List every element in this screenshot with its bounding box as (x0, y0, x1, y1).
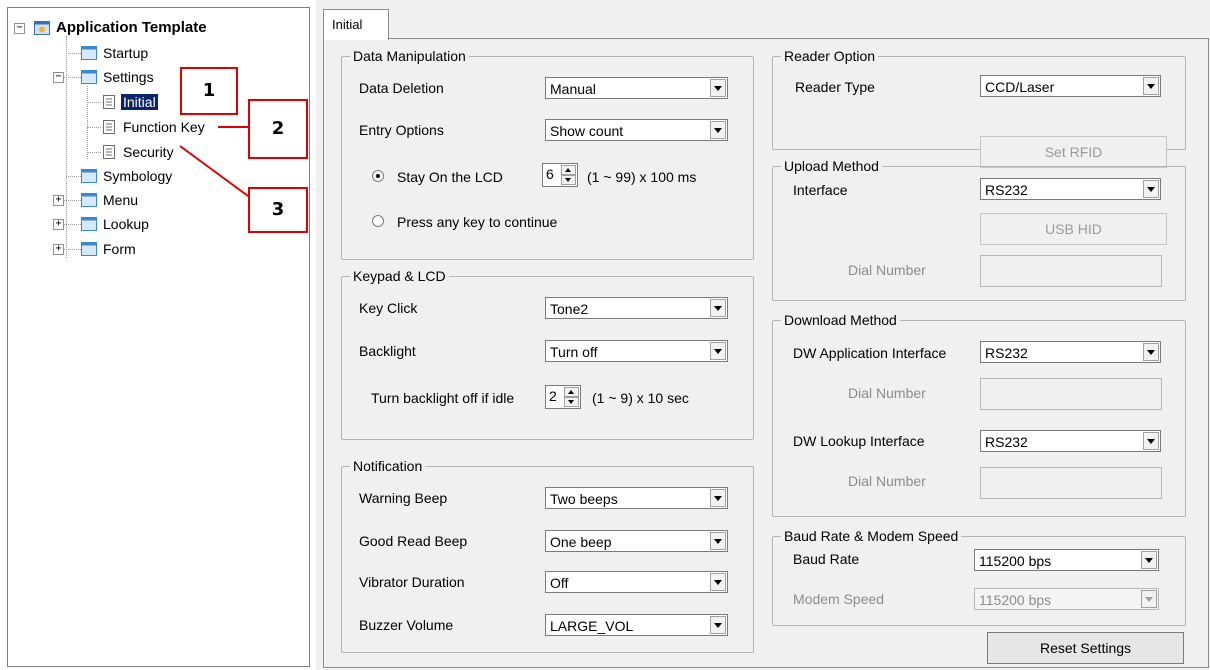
select-value: Off (550, 575, 569, 591)
lookup-dial-number-label: Dial Number (848, 473, 926, 489)
spin-up-icon[interactable] (561, 165, 576, 175)
warning-beep-label: Warning Beep (359, 490, 448, 506)
modem-speed-select[interactable]: 115200 bps (974, 588, 1159, 610)
chevron-down-icon[interactable] (710, 489, 726, 507)
expand-form-toggle[interactable]: + (53, 244, 64, 255)
group-title: Upload Method (781, 158, 882, 174)
group-title: Keypad & LCD (350, 268, 449, 284)
spin-down-icon[interactable] (561, 175, 576, 185)
baud-rate-select[interactable]: 115200 bps (974, 549, 1159, 571)
tab-initial[interactable]: Initial (323, 9, 389, 40)
spinner-value: 2 (549, 388, 557, 404)
warning-beep-select[interactable]: Two beeps (545, 487, 728, 509)
dw-lookup-interface-label: DW Lookup Interface (793, 433, 925, 449)
tab-label: Initial (332, 17, 363, 32)
idle-duration-spinner[interactable]: 2 (545, 385, 581, 409)
press-any-key-radio[interactable] (372, 215, 384, 227)
buzzer-volume-label: Buzzer Volume (359, 617, 454, 633)
data-deletion-label: Data Deletion (359, 80, 444, 96)
data-deletion-select[interactable]: Manual (545, 77, 728, 99)
good-read-beep-select[interactable]: One beep (545, 530, 728, 552)
callout-3: 3 (248, 187, 308, 233)
entry-options-select[interactable]: Show count (545, 119, 728, 141)
baud-rate-label: Baud Rate (793, 551, 860, 567)
key-click-select[interactable]: Tone2 (545, 297, 728, 319)
callout-2: 2 (248, 99, 308, 159)
idle-range-label: (1 ~ 9) x 10 sec (592, 390, 689, 406)
chevron-down-icon[interactable] (710, 616, 726, 634)
dw-application-interface-select[interactable]: RS232 (980, 341, 1161, 363)
select-value: RS232 (985, 434, 1028, 450)
vibrator-duration-select[interactable]: Off (545, 571, 728, 593)
select-value: 115200 bps (979, 553, 1052, 569)
good-read-beep-label: Good Read Beep (359, 533, 468, 549)
callout-1: 1 (180, 67, 238, 115)
folder-page-icon (81, 242, 97, 256)
spinner-value: 6 (546, 166, 554, 182)
press-any-key-label: Press any key to continue (397, 214, 558, 230)
chevron-down-icon[interactable] (710, 79, 726, 97)
select-value: CCD/Laser (985, 79, 1055, 95)
backlight-label: Backlight (359, 343, 416, 359)
reader-type-select[interactable]: CCD/Laser (980, 75, 1161, 97)
select-value: Manual (550, 81, 596, 97)
chevron-down-icon[interactable] (710, 299, 726, 317)
chevron-down-icon[interactable] (1141, 590, 1157, 608)
chevron-down-icon[interactable] (1143, 180, 1159, 198)
stay-range-label: (1 ~ 99) x 100 ms (587, 169, 697, 185)
chevron-down-icon[interactable] (1143, 432, 1159, 450)
chevron-down-icon[interactable] (710, 532, 726, 550)
tree-item-form[interactable]: Form (81, 239, 138, 259)
chevron-down-icon[interactable] (1141, 551, 1157, 569)
spin-up-icon[interactable] (564, 387, 579, 397)
lookup-dial-number-field[interactable] (980, 467, 1162, 499)
reset-settings-button[interactable]: Reset Settings (987, 632, 1184, 664)
select-value: LARGE_VOL (550, 618, 634, 634)
usb-hid-button[interactable]: USB HID (980, 213, 1167, 245)
chevron-down-icon[interactable] (710, 342, 726, 360)
vibrator-duration-label: Vibrator Duration (359, 574, 465, 590)
upload-dial-number-field[interactable] (980, 255, 1162, 287)
upload-interface-label: Interface (793, 182, 848, 198)
upload-interface-select[interactable]: RS232 (980, 178, 1161, 200)
group-title: Download Method (781, 312, 900, 328)
chevron-down-icon[interactable] (710, 573, 726, 591)
tree-item-label: Form (103, 241, 136, 257)
spin-down-icon[interactable] (564, 397, 579, 407)
backlight-select[interactable]: Turn off (545, 340, 728, 362)
download-dial-number-label: Dial Number (848, 385, 926, 401)
select-value: 115200 bps (979, 592, 1052, 608)
chevron-down-icon[interactable] (1143, 77, 1159, 95)
group-title: Baud Rate & Modem Speed (781, 528, 962, 544)
select-value: Two beeps (550, 491, 618, 507)
select-value: RS232 (985, 182, 1028, 198)
chevron-down-icon[interactable] (1143, 343, 1159, 361)
download-dial-number-field[interactable] (980, 378, 1162, 410)
buzzer-volume-select[interactable]: LARGE_VOL (545, 614, 728, 636)
set-rfid-button[interactable]: Set RFID (980, 136, 1167, 168)
reader-type-label: Reader Type (795, 79, 875, 95)
group-title: Data Manipulation (350, 48, 469, 64)
select-value: Tone2 (550, 301, 589, 317)
select-value: Turn off (550, 344, 598, 360)
group-title: Reader Option (781, 48, 879, 64)
callout-3-leader (179, 145, 249, 197)
entry-options-label: Entry Options (359, 122, 444, 138)
stay-on-lcd-radio[interactable] (372, 170, 384, 182)
upload-dial-number-label: Dial Number (848, 262, 926, 278)
key-click-label: Key Click (359, 300, 418, 316)
stay-on-lcd-label: Stay On the LCD (397, 169, 503, 185)
chevron-down-icon[interactable] (710, 121, 726, 139)
select-value: One beep (550, 534, 612, 550)
group-title: Notification (350, 458, 426, 474)
idle-label: Turn backlight off if idle (371, 390, 515, 406)
select-value: Show count (550, 123, 624, 139)
dw-application-interface-label: DW Application Interface (793, 345, 947, 361)
select-value: RS232 (985, 345, 1028, 361)
dw-lookup-interface-select[interactable]: RS232 (980, 430, 1161, 452)
modem-speed-label: Modem Speed (793, 591, 885, 607)
stay-duration-spinner[interactable]: 6 (542, 163, 578, 187)
